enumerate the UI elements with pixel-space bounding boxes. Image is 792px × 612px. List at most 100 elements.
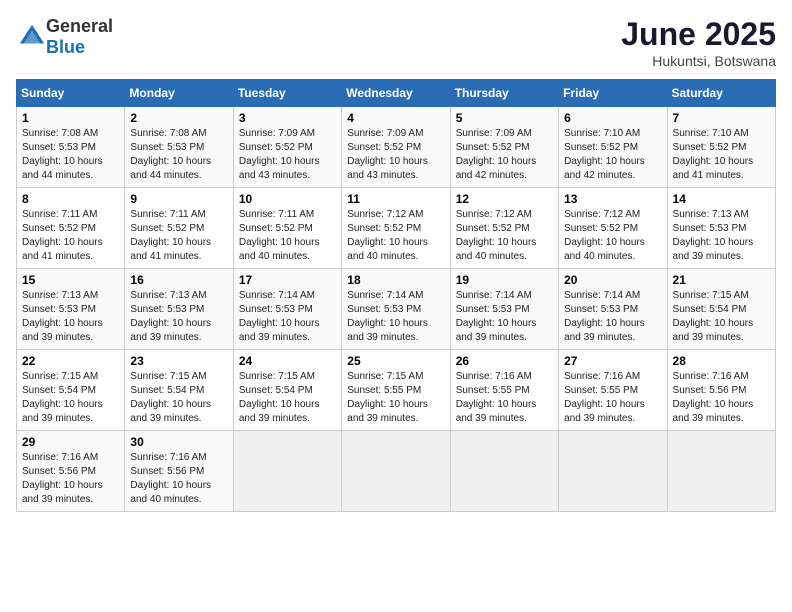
location: Hukuntsi, Botswana bbox=[621, 53, 776, 69]
day-info: Sunrise: 7:08 AM Sunset: 5:53 PM Dayligh… bbox=[130, 127, 227, 183]
day-number: 12 bbox=[456, 192, 553, 206]
day-info: Sunrise: 7:15 AM Sunset: 5:54 PM Dayligh… bbox=[673, 289, 770, 345]
day-info: Sunrise: 7:12 AM Sunset: 5:52 PM Dayligh… bbox=[347, 208, 444, 264]
day-info: Sunrise: 7:11 AM Sunset: 5:52 PM Dayligh… bbox=[22, 208, 119, 264]
day-number: 11 bbox=[347, 192, 444, 206]
calendar-cell: 13 Sunrise: 7:12 AM Sunset: 5:52 PM Dayli… bbox=[559, 188, 667, 269]
day-number: 6 bbox=[564, 111, 661, 125]
calendar-table: SundayMondayTuesdayWednesdayThursdayFrid… bbox=[16, 79, 776, 512]
day-number: 23 bbox=[130, 354, 227, 368]
calendar-cell: 5 Sunrise: 7:09 AM Sunset: 5:52 PM Daylig… bbox=[450, 107, 558, 188]
day-number: 25 bbox=[347, 354, 444, 368]
day-number: 30 bbox=[130, 435, 227, 449]
day-number: 1 bbox=[22, 111, 119, 125]
calendar-cell: 1 Sunrise: 7:08 AM Sunset: 5:53 PM Daylig… bbox=[17, 107, 125, 188]
calendar-week-row: 22Sunrise: 7:15 AM Sunset: 5:54 PM Dayli… bbox=[17, 350, 776, 431]
calendar-cell: 18 Sunrise: 7:14 AM Sunset: 5:53 PM Dayli… bbox=[342, 269, 450, 350]
calendar-header-row: SundayMondayTuesdayWednesdayThursdayFrid… bbox=[17, 80, 776, 107]
calendar-cell: 11 Sunrise: 7:12 AM Sunset: 5:52 PM Dayli… bbox=[342, 188, 450, 269]
calendar-cell bbox=[559, 431, 667, 512]
day-number: 17 bbox=[239, 273, 336, 287]
day-info: Sunrise: 7:14 AM Sunset: 5:53 PM Dayligh… bbox=[564, 289, 661, 345]
day-info: Sunrise: 7:08 AM Sunset: 5:53 PM Dayligh… bbox=[22, 127, 119, 183]
calendar-week-row: 1 Sunrise: 7:08 AM Sunset: 5:53 PM Daylig… bbox=[17, 107, 776, 188]
day-info: Sunrise: 7:09 AM Sunset: 5:52 PM Dayligh… bbox=[456, 127, 553, 183]
calendar-header-sunday: Sunday bbox=[17, 80, 125, 107]
calendar-cell: 10 Sunrise: 7:11 AM Sunset: 5:52 PM Dayli… bbox=[233, 188, 341, 269]
calendar-cell: 6 Sunrise: 7:10 AM Sunset: 5:52 PM Daylig… bbox=[559, 107, 667, 188]
calendar-cell bbox=[342, 431, 450, 512]
day-info: Sunrise: 7:16 AM Sunset: 5:55 PM Dayligh… bbox=[564, 370, 661, 426]
day-number: 27 bbox=[564, 354, 661, 368]
day-info: Sunrise: 7:15 AM Sunset: 5:54 PM Dayligh… bbox=[130, 370, 227, 426]
day-number: 15 bbox=[22, 273, 119, 287]
calendar-cell: 7 Sunrise: 7:10 AM Sunset: 5:52 PM Daylig… bbox=[667, 107, 775, 188]
day-number: 13 bbox=[564, 192, 661, 206]
calendar-cell: 8 Sunrise: 7:11 AM Sunset: 5:52 PM Daylig… bbox=[17, 188, 125, 269]
day-info: Sunrise: 7:12 AM Sunset: 5:52 PM Dayligh… bbox=[564, 208, 661, 264]
month-title: June 2025 bbox=[621, 16, 776, 53]
day-number: 10 bbox=[239, 192, 336, 206]
calendar-cell: 27 Sunrise: 7:16 AM Sunset: 5:55 PM Dayli… bbox=[559, 350, 667, 431]
logo: General Blue bbox=[16, 16, 113, 58]
day-number: 18 bbox=[347, 273, 444, 287]
day-number: 8 bbox=[22, 192, 119, 206]
calendar-cell: 17Sunrise: 7:14 AM Sunset: 5:53 PM Dayli… bbox=[233, 269, 341, 350]
calendar-cell: 12 Sunrise: 7:12 AM Sunset: 5:52 PM Dayli… bbox=[450, 188, 558, 269]
calendar-cell: 28 Sunrise: 7:16 AM Sunset: 5:56 PM Dayli… bbox=[667, 350, 775, 431]
calendar-cell: 16 Sunrise: 7:13 AM Sunset: 5:53 PM Dayli… bbox=[125, 269, 233, 350]
calendar-header-tuesday: Tuesday bbox=[233, 80, 341, 107]
day-number: 19 bbox=[456, 273, 553, 287]
title-block: June 2025 Hukuntsi, Botswana bbox=[621, 16, 776, 69]
day-number: 3 bbox=[239, 111, 336, 125]
day-number: 7 bbox=[673, 111, 770, 125]
day-info: Sunrise: 7:10 AM Sunset: 5:52 PM Dayligh… bbox=[564, 127, 661, 183]
calendar-week-row: 15 Sunrise: 7:13 AM Sunset: 5:53 PM Dayli… bbox=[17, 269, 776, 350]
day-number: 5 bbox=[456, 111, 553, 125]
day-number: 16 bbox=[130, 273, 227, 287]
day-number: 14 bbox=[673, 192, 770, 206]
day-info: Sunrise: 7:14 AM Sunset: 5:53 PM Dayligh… bbox=[456, 289, 553, 345]
calendar-cell bbox=[233, 431, 341, 512]
day-info: Sunrise: 7:13 AM Sunset: 5:53 PM Dayligh… bbox=[22, 289, 119, 345]
logo-blue: Blue bbox=[46, 37, 85, 57]
calendar-header-wednesday: Wednesday bbox=[342, 80, 450, 107]
day-info: Sunrise: 7:11 AM Sunset: 5:52 PM Dayligh… bbox=[239, 208, 336, 264]
calendar-cell: 4Sunrise: 7:09 AM Sunset: 5:52 PM Daylig… bbox=[342, 107, 450, 188]
day-info: Sunrise: 7:13 AM Sunset: 5:53 PM Dayligh… bbox=[673, 208, 770, 264]
calendar-cell: 20 Sunrise: 7:14 AM Sunset: 5:53 PM Dayli… bbox=[559, 269, 667, 350]
day-info: Sunrise: 7:16 AM Sunset: 5:56 PM Dayligh… bbox=[130, 451, 227, 507]
day-info: Sunrise: 7:09 AM Sunset: 5:52 PM Dayligh… bbox=[239, 127, 336, 183]
calendar-cell: 30 Sunrise: 7:16 AM Sunset: 5:56 PM Dayli… bbox=[125, 431, 233, 512]
calendar-cell bbox=[450, 431, 558, 512]
day-info: Sunrise: 7:14 AM Sunset: 5:53 PM Dayligh… bbox=[347, 289, 444, 345]
calendar-cell: 14 Sunrise: 7:13 AM Sunset: 5:53 PM Dayli… bbox=[667, 188, 775, 269]
day-info: Sunrise: 7:16 AM Sunset: 5:56 PM Dayligh… bbox=[22, 451, 119, 507]
day-info: Sunrise: 7:09 AM Sunset: 5:52 PM Dayligh… bbox=[347, 127, 444, 183]
calendar-cell: 29 Sunrise: 7:16 AM Sunset: 5:56 PM Dayli… bbox=[17, 431, 125, 512]
calendar-cell: 3 Sunrise: 7:09 AM Sunset: 5:52 PM Daylig… bbox=[233, 107, 341, 188]
calendar-cell bbox=[667, 431, 775, 512]
calendar-cell: 19 Sunrise: 7:14 AM Sunset: 5:53 PM Dayli… bbox=[450, 269, 558, 350]
day-info: Sunrise: 7:12 AM Sunset: 5:52 PM Dayligh… bbox=[456, 208, 553, 264]
day-info: Sunrise: 7:10 AM Sunset: 5:52 PM Dayligh… bbox=[673, 127, 770, 183]
logo-general: General bbox=[46, 16, 113, 36]
day-info: Sunrise: 7:16 AM Sunset: 5:56 PM Dayligh… bbox=[673, 370, 770, 426]
day-info: Sunrise: 7:13 AM Sunset: 5:53 PM Dayligh… bbox=[130, 289, 227, 345]
day-number: 29 bbox=[22, 435, 119, 449]
calendar-cell: 9 Sunrise: 7:11 AM Sunset: 5:52 PM Daylig… bbox=[125, 188, 233, 269]
day-info: Sunrise: 7:15 AM Sunset: 5:55 PM Dayligh… bbox=[347, 370, 444, 426]
page-header: General Blue June 2025 Hukuntsi, Botswan… bbox=[16, 16, 776, 69]
day-number: 24 bbox=[239, 354, 336, 368]
day-number: 21 bbox=[673, 273, 770, 287]
calendar-week-row: 29 Sunrise: 7:16 AM Sunset: 5:56 PM Dayli… bbox=[17, 431, 776, 512]
day-info: Sunrise: 7:16 AM Sunset: 5:55 PM Dayligh… bbox=[456, 370, 553, 426]
day-info: Sunrise: 7:11 AM Sunset: 5:52 PM Dayligh… bbox=[130, 208, 227, 264]
day-number: 28 bbox=[673, 354, 770, 368]
calendar-cell: 21 Sunrise: 7:15 AM Sunset: 5:54 PM Dayli… bbox=[667, 269, 775, 350]
calendar-cell: 24Sunrise: 7:15 AM Sunset: 5:54 PM Dayli… bbox=[233, 350, 341, 431]
day-number: 20 bbox=[564, 273, 661, 287]
day-number: 9 bbox=[130, 192, 227, 206]
calendar-cell: 25 Sunrise: 7:15 AM Sunset: 5:55 PM Dayli… bbox=[342, 350, 450, 431]
calendar-cell: 2Sunrise: 7:08 AM Sunset: 5:53 PM Daylig… bbox=[125, 107, 233, 188]
